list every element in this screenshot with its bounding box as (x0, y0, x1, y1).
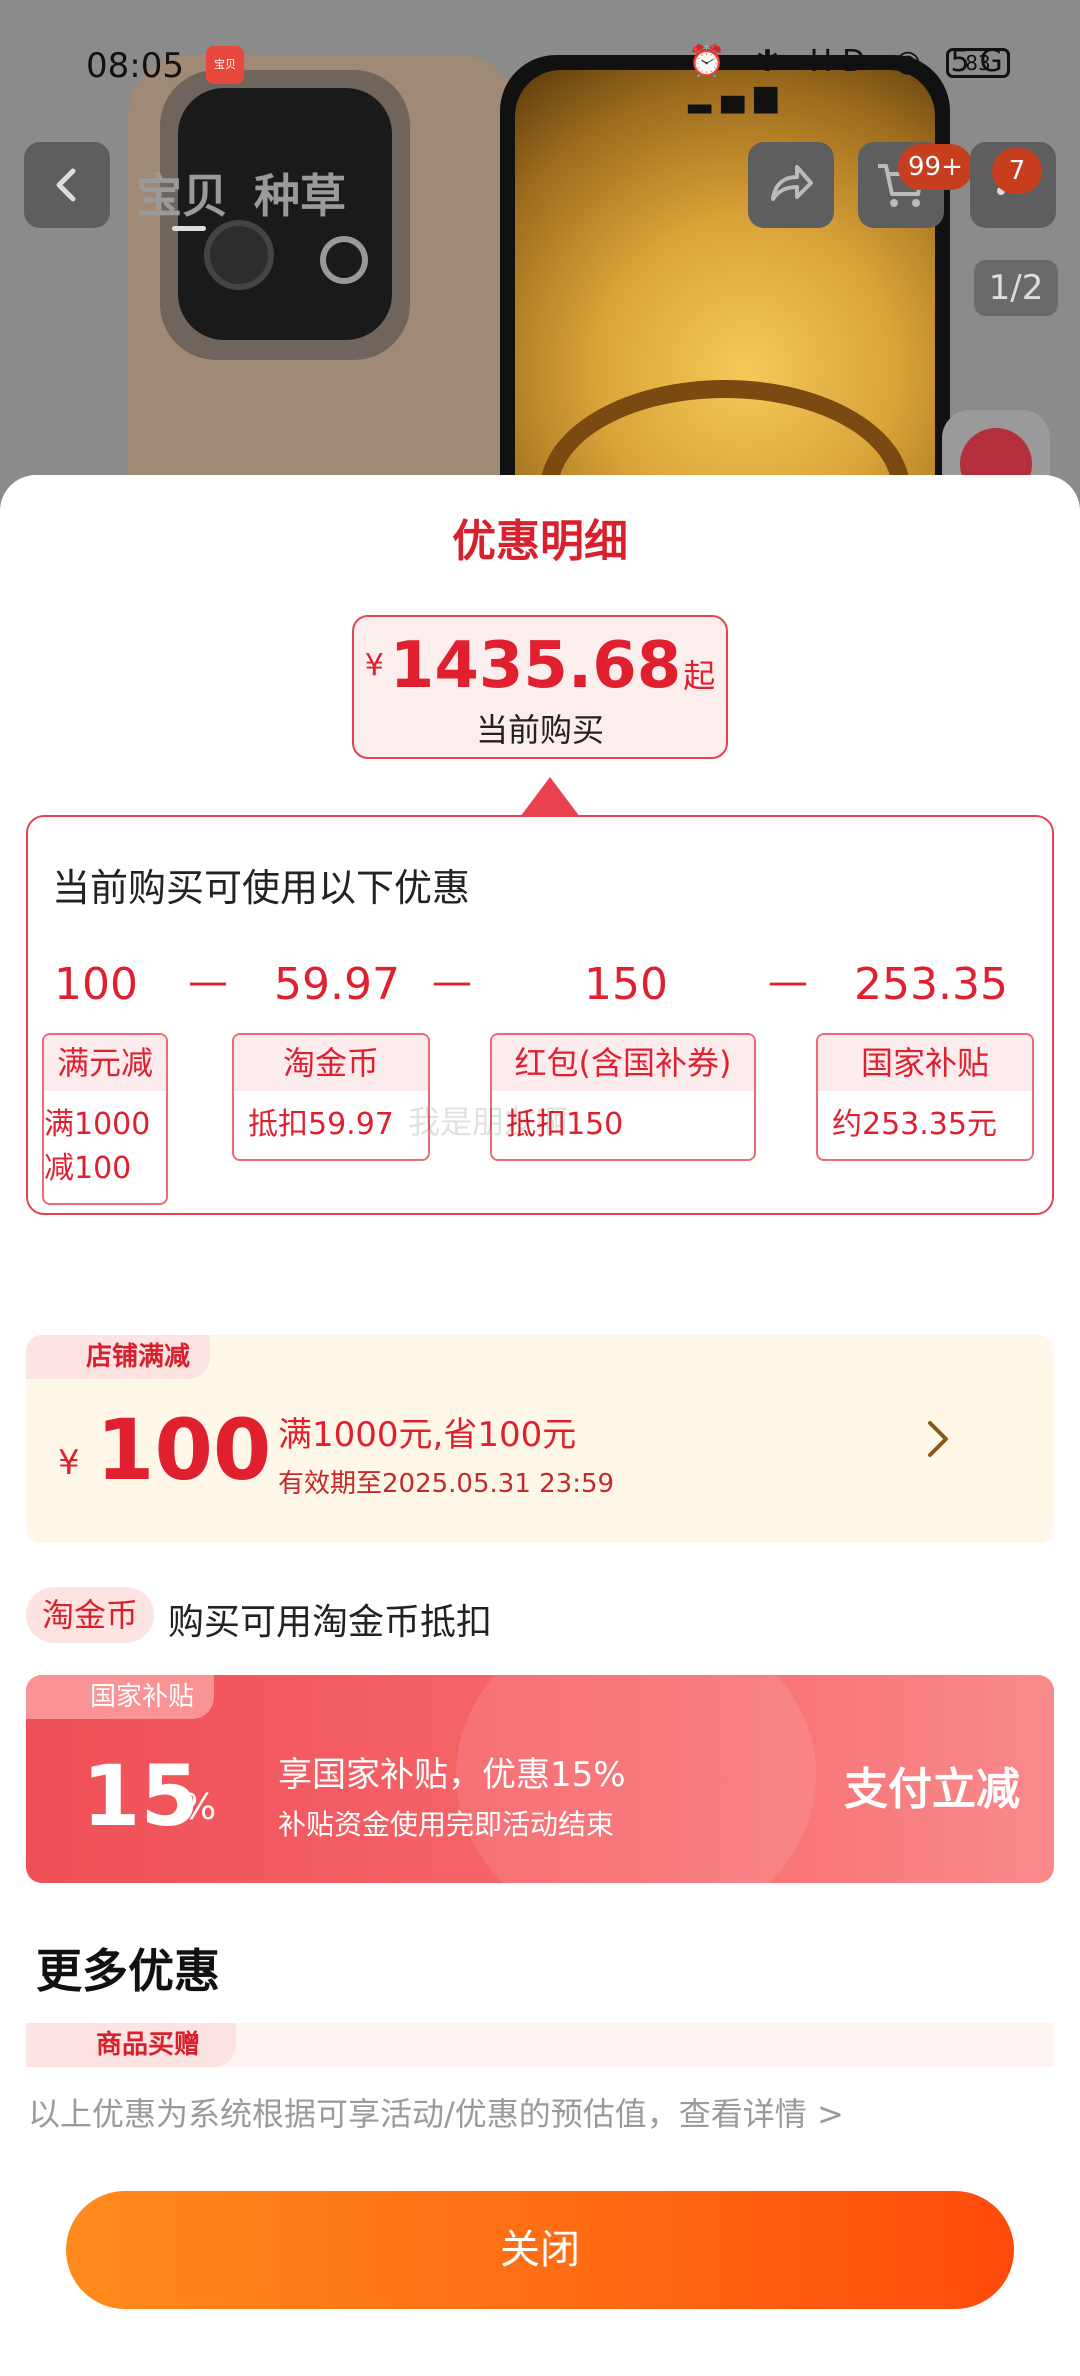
chip-desc: 满1000 减100 (44, 1091, 166, 1203)
chevron-right-icon[interactable] (908, 1409, 968, 1469)
chip-title: 国家补贴 (818, 1035, 1032, 1091)
chip-title: 淘金币 (234, 1035, 428, 1091)
message-count-badge: 7 (992, 148, 1042, 194)
image-counter: 1/2 (974, 260, 1058, 316)
callout-pointer (520, 777, 580, 817)
price-value: 1435.68 (389, 629, 682, 703)
estimate-footnote-link[interactable]: 以上优惠为系统根据可享活动/优惠的预估值，查看详情 > (28, 2089, 844, 2135)
discount-chip-taojinbi: 淘金币 抵扣59.97 (232, 1033, 430, 1161)
national-subsidy-card[interactable]: 国家补贴 15 % 享国家补贴，优惠15% 补贴资金使用完即活动结束 支付立减 (26, 1675, 1054, 1883)
subsidy-title: 享国家补贴，优惠15% (278, 1755, 626, 1795)
current-price-box: ¥1435.68起 当前购买 (352, 615, 728, 759)
share-button[interactable] (748, 142, 834, 228)
chip-desc-line: 满1000 (44, 1107, 151, 1142)
chip-title: 满元减 (44, 1035, 166, 1091)
chip-title: 红包(含国补券) (492, 1035, 754, 1091)
more-offers-title: 更多优惠 (36, 1944, 220, 1998)
pay-discount-button[interactable]: 支付立减 (844, 1753, 1020, 1817)
product-image-lens (320, 236, 368, 284)
status-time: 08:05 (86, 46, 184, 86)
product-image-lens (204, 220, 274, 290)
subsidy-subtitle: 补贴资金使用完即活动结束 (278, 1808, 615, 1841)
chip-desc-line: 减100 (44, 1151, 132, 1186)
price-suffix: 起 (683, 657, 716, 695)
shop-coupon-card[interactable]: 店铺满减 ¥ 100 满1000元,省100元 有效期至2025.05.31 2… (26, 1335, 1054, 1543)
sheet-title: 优惠明细 (452, 516, 628, 567)
discount-amount: 253.35 (854, 959, 1008, 1010)
close-button[interactable]: 关闭 (66, 2191, 1014, 2309)
battery-icon: 83 (946, 48, 1010, 78)
tab-item[interactable]: 宝贝 (136, 160, 228, 226)
coupon-tag: 国家补贴 (26, 1675, 215, 1719)
app-notification-icon: 宝贝 (206, 46, 244, 84)
discount-amount: 150 (584, 959, 668, 1010)
coupon-tag: 店铺满减 (26, 1335, 211, 1379)
minus-separator: — (768, 959, 808, 1005)
status-icons: ⏰ ✱ HD ◉ 5G ▂▄▆ (688, 44, 1013, 114)
discount-heading: 当前购买可使用以下优惠 (52, 866, 471, 910)
discount-amount: 100 (54, 959, 138, 1010)
subsidy-percent-sign: % (182, 1787, 217, 1828)
discount-breakdown-panel: 当前购买可使用以下优惠 100 — 59.97 — 150 — 253.35 满… (26, 815, 1054, 1215)
coupon-tag: 商品买赠 (26, 2023, 237, 2067)
discount-chip-national-subsidy: 国家补贴 约253.35元 (816, 1033, 1034, 1161)
chip-desc: 约253.35元 (832, 1107, 997, 1142)
back-button[interactable] (24, 142, 110, 228)
discount-detail-sheet: 优惠明细 ¥1435.68起 当前购买 当前购买可使用以下优惠 100 — 59… (0, 475, 1080, 2376)
tab-community[interactable]: 种草 (254, 160, 346, 226)
minus-separator: — (188, 959, 228, 1005)
coupon-validity: 有效期至2025.05.31 23:59 (278, 1469, 615, 1499)
status-bar: 08:05 宝贝 ⏰ ✱ HD ◉ 5G ▂▄▆ 83 (0, 30, 1080, 114)
taojinbi-tag: 淘金币 (26, 1587, 154, 1643)
discount-amount: 59.97 (274, 959, 400, 1010)
price-currency: ¥ (364, 648, 384, 683)
coupon-value: 100 (96, 1401, 272, 1499)
cart-count-badge: 99+ (898, 144, 973, 190)
chevron-left-icon (56, 168, 76, 202)
discount-chip-full-reduction: 满元减 满1000 减100 (42, 1033, 168, 1205)
price-label: 当前购买 (475, 711, 604, 749)
price-line: ¥1435.68起 (354, 629, 726, 703)
coupon-currency: ¥ (58, 1443, 80, 1483)
coupon-rule: 满1000元,省100元 (278, 1415, 577, 1455)
minus-separator: — (432, 959, 472, 1005)
chip-desc: 抵扣59.97 (248, 1107, 394, 1142)
gift-coupon-card[interactable]: 商品买赠 (26, 2023, 1054, 2067)
watermark: 我是朋友啊 (408, 1103, 569, 1141)
share-icon (771, 165, 813, 201)
taojinbi-text: 购买可用淘金币抵扣 (168, 1602, 493, 1643)
active-tab-indicator (172, 226, 206, 231)
